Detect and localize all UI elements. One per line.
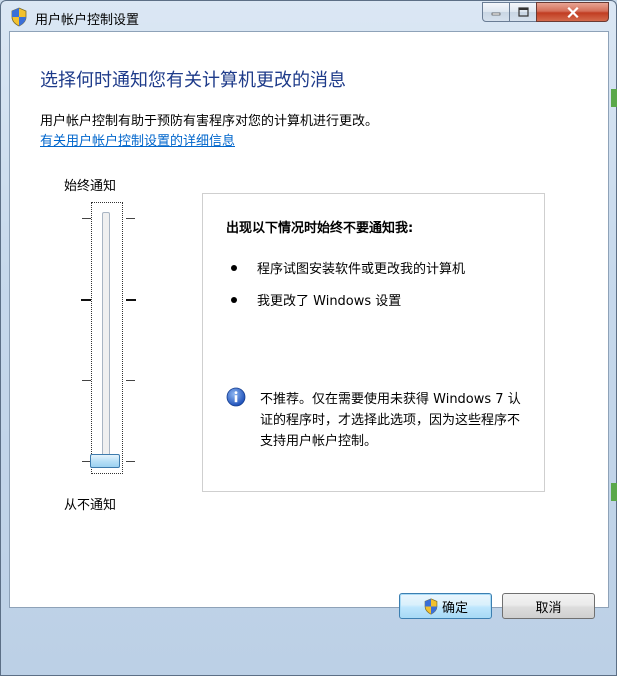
panel-title: 出现以下情况时始终不要通知我: <box>226 221 414 236</box>
ok-button-label: 确定 <box>441 600 468 616</box>
title-bar[interactable]: 用户帐户控制设置 <box>1 1 616 31</box>
slider-track[interactable] <box>102 212 110 464</box>
bullet-icon <box>231 264 237 271</box>
close-button[interactable] <box>536 2 609 22</box>
help-link[interactable]: 有关用户帐户控制设置的详细信息 <box>40 130 235 149</box>
uac-shield-icon <box>11 7 27 27</box>
uac-shield-icon <box>424 597 438 615</box>
uac-settings-window: 用户帐户控制设置 选择何时通知您有关计算机更改的消息 用户帐户控制有助于预防有害… <box>0 0 617 676</box>
bullet-icon <box>231 296 237 303</box>
list-item: 我更改了 Windows 设置 <box>231 290 401 309</box>
slider-label-top: 始终通知 <box>64 179 117 194</box>
list-item-text: 程序试图安装软件或更改我的计算机 <box>257 262 466 277</box>
page-description: 用户帐户控制有助于预防有害程序对您的计算机进行更改。 <box>40 114 379 129</box>
slider-thumb[interactable] <box>90 454 120 468</box>
background-window-edge <box>611 483 617 501</box>
info-icon <box>226 387 246 407</box>
slider-tick <box>81 299 91 301</box>
level-description-panel: 出现以下情况时始终不要通知我: 程序试图安装软件或更改我的计算机 我更改了 Wi… <box>202 193 545 492</box>
close-icon <box>566 6 579 18</box>
background-window-edge <box>611 89 617 107</box>
slider-tick <box>126 380 135 381</box>
slider-tick <box>126 218 135 219</box>
window-title: 用户帐户控制设置 <box>35 13 140 28</box>
minimize-icon <box>491 12 501 16</box>
cancel-button[interactable]: 取消 <box>502 593 595 619</box>
dialog-body: 选择何时通知您有关计算机更改的消息 用户帐户控制有助于预防有害程序对您的计算机进… <box>9 31 609 608</box>
slider-tick <box>82 380 91 381</box>
slider-tick <box>126 299 136 301</box>
slider-label-bottom: 从不通知 <box>64 498 117 513</box>
cancel-button-label: 取消 <box>535 600 562 616</box>
notification-level-slider[interactable] <box>81 202 136 474</box>
slider-tick <box>126 461 135 462</box>
maximize-icon <box>517 7 529 17</box>
slider-tick <box>82 218 91 219</box>
warning-note: 不推荐。仅在需要使用未获得 Windows 7 认证的程序时，才选择此选项，因为… <box>260 392 521 449</box>
list-item: 程序试图安装软件或更改我的计算机 <box>231 258 465 277</box>
list-item-text: 我更改了 Windows 设置 <box>257 294 402 309</box>
page-heading: 选择何时通知您有关计算机更改的消息 <box>40 70 346 91</box>
minimize-button[interactable] <box>482 2 510 22</box>
maximize-button[interactable] <box>509 2 537 22</box>
ok-button[interactable]: 确定 <box>399 593 492 619</box>
